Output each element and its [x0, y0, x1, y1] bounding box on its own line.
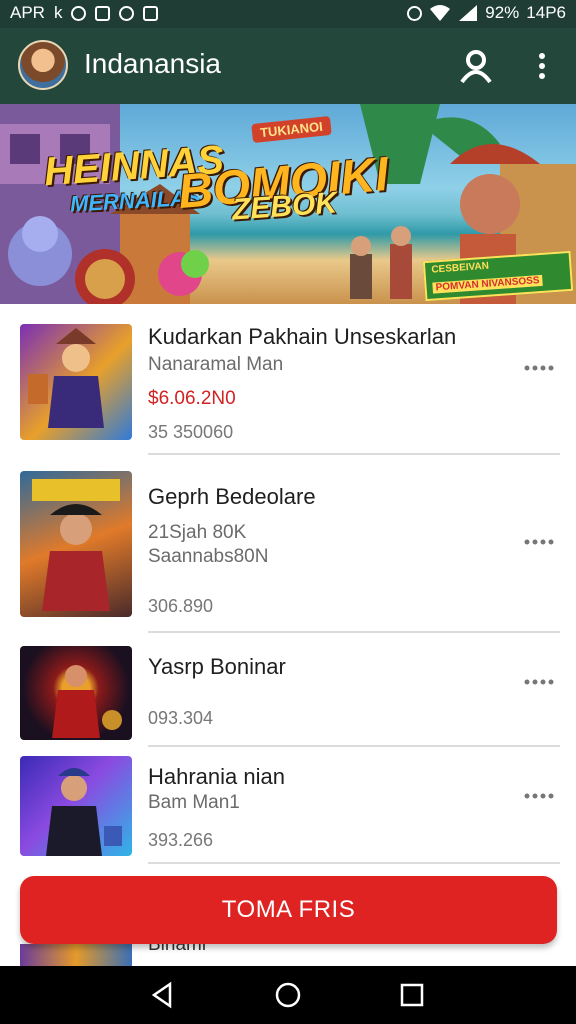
game-subtitle: Bam Man1	[148, 792, 240, 813]
game-subtitle-secondary: Saannabs80N	[148, 546, 269, 567]
game-meta: 093.304	[148, 708, 214, 728]
carrier-label: APR	[10, 3, 45, 22]
back-icon[interactable]	[148, 980, 178, 1010]
status-bar: APR k 92% 14P6	[0, 0, 576, 28]
game-title: Yasrp Boninar	[148, 654, 286, 679]
game-thumbnail	[20, 756, 132, 856]
game-title: Hahrania nian	[148, 764, 285, 789]
game-title: Kudarkan Pakhain Unseskarlan	[148, 324, 457, 349]
avatar[interactable]	[18, 40, 68, 90]
signal-icon	[459, 5, 478, 21]
list-item[interactable]: Kudarkan Pakhain Unseskarlan Nanaramal M…	[0, 304, 576, 455]
game-meta: 35 350060	[148, 422, 234, 442]
navigation-bar	[0, 966, 576, 1024]
game-meta: 393.266	[148, 830, 214, 850]
overflow-menu-icon[interactable]	[530, 50, 554, 82]
game-thumbnail	[20, 646, 132, 740]
alarm-icon	[407, 5, 423, 21]
more-options-icon[interactable]	[522, 676, 556, 688]
game-subtitle: 21Sjah 80K	[148, 522, 247, 543]
game-title: Blnami	[148, 944, 207, 955]
status-time: 14P6	[526, 3, 566, 22]
game-price: $6.06.2N0	[148, 388, 236, 409]
game-subtitle: Nanaramal Man	[148, 354, 284, 375]
status-right: 92% 14P6	[407, 3, 566, 23]
app-bar: Indanansia	[0, 28, 576, 104]
more-options-icon[interactable]	[522, 790, 556, 802]
app-title: Indanansia	[84, 48, 222, 79]
divider	[148, 631, 560, 633]
notification-glyph: k	[53, 3, 63, 22]
home-icon[interactable]	[273, 980, 303, 1010]
badge-line-2: POMVAN NIVANSOSS	[432, 274, 543, 294]
list-item[interactable]: Hahrania nian Bam Man1 393.266	[0, 748, 576, 864]
list-item[interactable]: Yasrp Boninar 093.304	[0, 634, 576, 747]
list-item-partial[interactable]: Blnami	[0, 944, 576, 966]
promo-banner[interactable]: TUKIANOI HEINNAS MERNAILAS BOMOIKI ZEBOK…	[0, 104, 576, 304]
more-options-icon[interactable]	[522, 362, 556, 374]
image-notification-icon	[143, 5, 159, 21]
divider	[148, 862, 560, 864]
game-meta: 306.890	[148, 596, 214, 616]
refresh-notification-icon	[119, 5, 135, 21]
badge-line-1: CESBEIVAN	[431, 260, 490, 276]
divider	[148, 453, 560, 455]
divider	[148, 745, 560, 747]
recents-icon[interactable]	[397, 980, 427, 1010]
app-notification-icon	[95, 5, 111, 21]
more-options-icon[interactable]	[522, 536, 556, 548]
list-item[interactable]: Geprh Bedeolare 21Sjah 80K Saannabs80N 3…	[0, 456, 576, 633]
game-thumbnail	[20, 324, 132, 440]
game-title: Geprh Bedeolare	[148, 484, 316, 509]
game-thumbnail	[20, 471, 132, 617]
circle-notification-icon	[71, 5, 87, 21]
battery-percent: 92%	[485, 3, 520, 22]
cta-button[interactable]: TOMA FRIS	[20, 876, 557, 944]
game-thumbnail	[20, 944, 132, 966]
account-icon[interactable]	[458, 48, 494, 84]
status-left: APR k	[10, 3, 159, 23]
wifi-icon	[430, 5, 451, 21]
